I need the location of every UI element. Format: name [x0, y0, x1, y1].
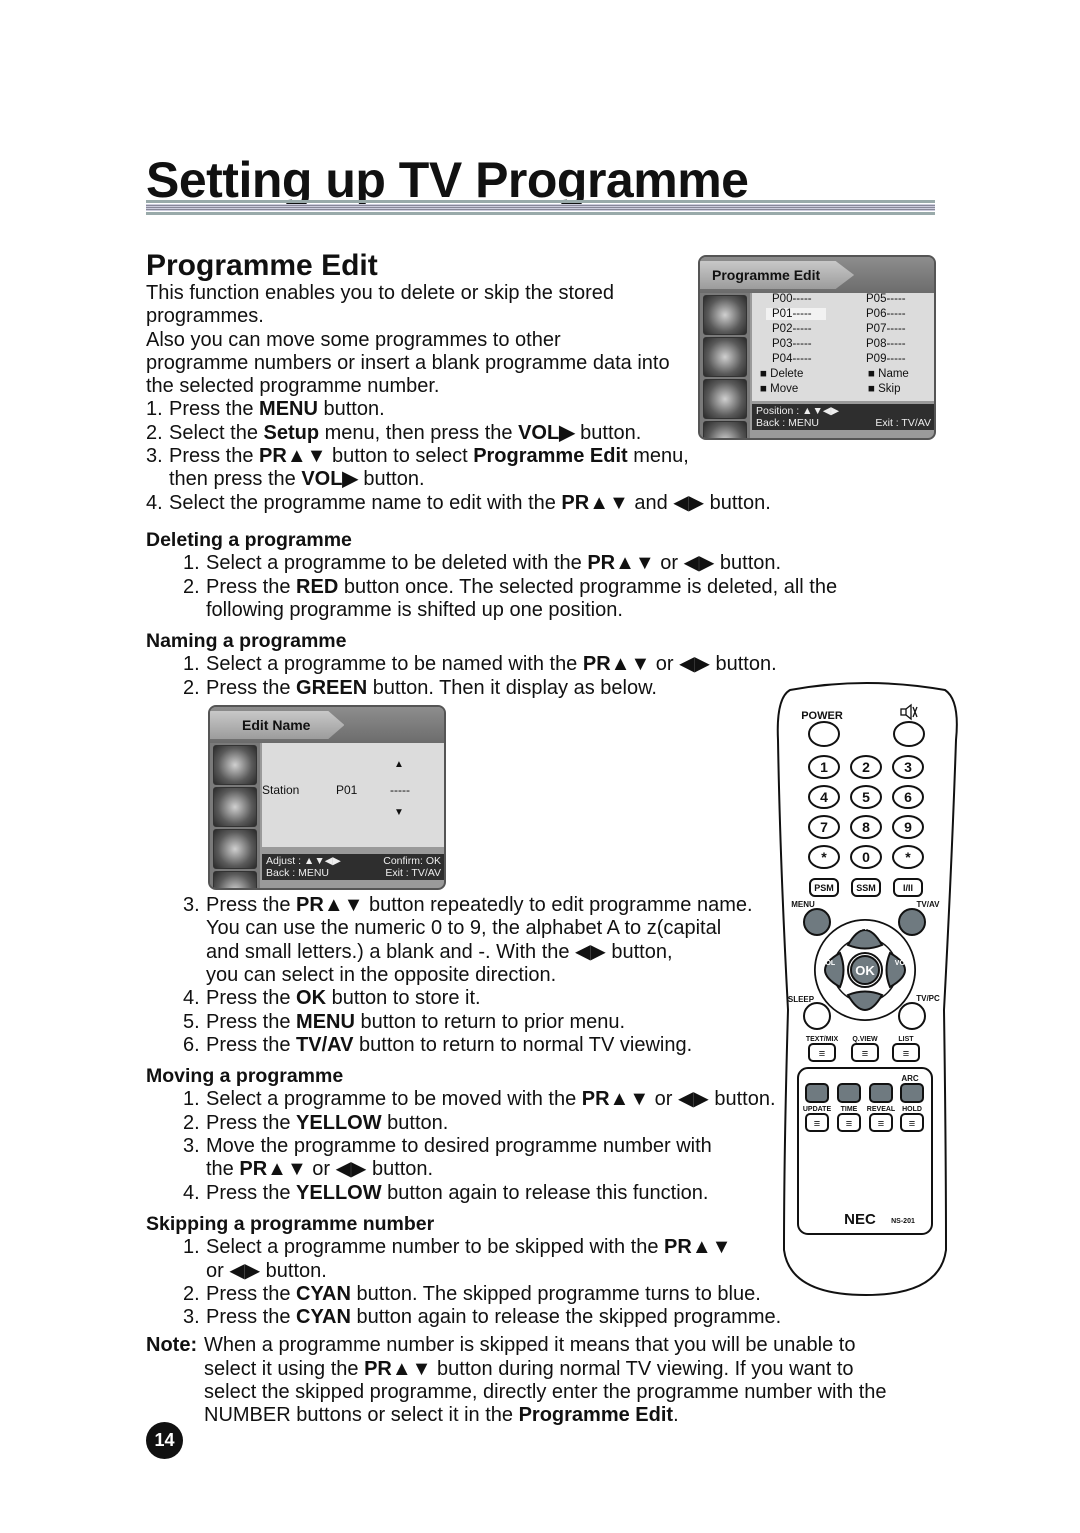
function-label: SSM	[856, 883, 876, 893]
teletext-label: REVEAL	[867, 1106, 896, 1113]
number-label: 2	[862, 759, 870, 775]
menu-label: MENU	[791, 900, 815, 909]
teletext-icon: ≡	[862, 1048, 868, 1060]
colour-button[interactable]	[837, 1083, 861, 1103]
number-label: 3	[904, 759, 912, 775]
arc-label: ARC	[901, 1074, 919, 1083]
colour-button[interactable]	[900, 1083, 924, 1103]
text-button-label: LIST	[898, 1036, 914, 1043]
text-buttons: TEXT/MIX ≡ Q.VIEW ≡ LIST ≡	[806, 1036, 920, 1062]
text-button-label: TEXT/MIX	[806, 1036, 839, 1043]
menu-button[interactable]	[803, 908, 831, 936]
function-label: PSM	[814, 883, 834, 893]
teletext-label: TIME	[841, 1106, 858, 1113]
tvav-button[interactable]	[898, 908, 926, 936]
brand-logo: NEC	[844, 1211, 876, 1228]
teletext-icon: ≡	[814, 1118, 820, 1130]
number-label: 4	[820, 789, 828, 805]
remote-control: POWER 1 2 3 4 5 6 7 8 9 * 0 * PSM SSM I/II MENU TV/AV…	[776, 682, 958, 1297]
page-number: 14	[146, 1422, 183, 1459]
number-label: 9	[904, 819, 912, 835]
number-label: 1	[820, 759, 828, 775]
sleep-label: SLEEP	[788, 995, 815, 1004]
vol-right-label: VOL	[895, 960, 910, 967]
teletext-icon: ≡	[846, 1118, 852, 1130]
teletext-icon: ≡	[903, 1048, 909, 1060]
number-label: 5	[862, 789, 870, 805]
number-label: *	[905, 849, 911, 865]
number-label: 6	[904, 789, 912, 805]
sleep-button[interactable]	[803, 1002, 831, 1030]
pr-up-label: PR	[860, 925, 870, 932]
number-label: 7	[820, 819, 828, 835]
function-buttons: PSM SSM I/II	[809, 878, 923, 897]
teletext-label: HOLD	[902, 1106, 922, 1113]
text-button-label: Q.VIEW	[852, 1036, 878, 1043]
power-label: POWER	[801, 710, 843, 722]
function-label: I/II	[903, 883, 913, 893]
colour-button[interactable]	[869, 1083, 893, 1103]
colour-button[interactable]	[805, 1083, 829, 1103]
teletext-icon: ≡	[819, 1048, 825, 1060]
pr-down-label: PR	[860, 1011, 870, 1018]
number-label: *	[821, 849, 827, 865]
model-label: NS-201	[891, 1218, 915, 1225]
teletext-icon: ≡	[909, 1118, 915, 1130]
vol-left-label: VOL	[821, 960, 836, 967]
number-label: 8	[862, 819, 870, 835]
teletext-label: UPDATE	[803, 1106, 832, 1113]
tvpc-label: TV/PC	[916, 994, 940, 1003]
tvav-label: TV/AV	[917, 900, 941, 909]
teletext-icon: ≡	[878, 1118, 884, 1130]
tvpc-button[interactable]	[898, 1002, 926, 1030]
number-label: 0	[862, 849, 870, 865]
ok-label: OK	[855, 963, 875, 978]
